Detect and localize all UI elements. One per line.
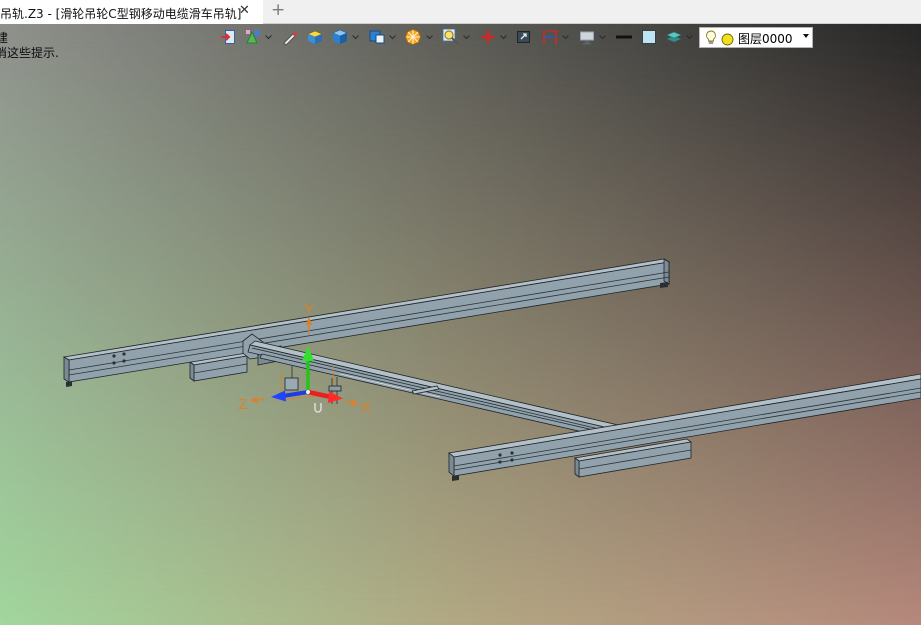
color-swatch-icon[interactable]: [640, 28, 658, 46]
model-view: Y Z X: [62, 258, 921, 481]
right-rail-hole: [498, 460, 502, 464]
right-rail-end-face: [448, 452, 455, 477]
chevron-down-icon[interactable]: [463, 35, 470, 40]
hanger-block: [284, 377, 299, 391]
line-weight-icon[interactable]: [615, 28, 633, 46]
right-rail-hole: [510, 451, 514, 455]
tab-title: 吊轨.Z3 - [滑轮吊轮C型钢移动电缆滑车吊轨]: [0, 7, 242, 21]
monitor-icon[interactable]: [578, 28, 596, 46]
light-bulb-icon[interactable]: [705, 30, 717, 45]
left-rail-foot: [66, 381, 72, 387]
chevron-down-icon[interactable]: [500, 35, 507, 40]
z-axis-arrowhead: [271, 390, 286, 402]
chevron-down-icon[interactable]: [352, 35, 359, 40]
left-rail-right-end-face: [663, 258, 670, 285]
right-rail: [448, 373, 921, 481]
new-tab-button[interactable]: +: [271, 0, 285, 20]
chevron-down-icon[interactable]: [426, 35, 433, 40]
chevron-down-icon[interactable]: [562, 35, 569, 40]
document-tab[interactable]: 吊轨.Z3 - [滑轮吊轮C型钢移动电缆滑车吊轨] ✕: [0, 0, 263, 24]
right-rail-foot: [452, 475, 459, 481]
left-rail-front-face: [68, 261, 670, 383]
left-support-end-face: [189, 361, 195, 382]
right-rail-hole: [510, 458, 514, 462]
z-label-arrowhead: [250, 396, 258, 404]
chevron-down-icon[interactable]: [389, 35, 396, 40]
dropdown-arrow-icon[interactable]: [803, 34, 809, 38]
box-view-icon[interactable]: [368, 28, 386, 46]
chevron-down-icon[interactable]: [686, 35, 693, 40]
left-rail-end-face: [63, 356, 70, 383]
right-support-end-face: [574, 457, 580, 478]
layer-dropdown[interactable]: 图层0000: [699, 27, 813, 48]
left-rail-hole: [112, 354, 116, 358]
hanger-plate: [328, 385, 342, 392]
origin-point: [306, 390, 310, 394]
z-axis-label: Z: [238, 396, 247, 413]
cube-icon[interactable]: [331, 28, 349, 46]
layer-name: 图层0000: [738, 32, 793, 46]
left-rail-groove-lower: [68, 276, 670, 376]
chevron-down-icon[interactable]: [599, 35, 606, 40]
hint-line-2: 消这些提示.: [0, 46, 59, 60]
crosshair-icon[interactable]: [479, 28, 497, 46]
x-axis-arrowhead: [328, 391, 343, 403]
left-rail-hole: [112, 361, 116, 365]
left-rail-top-face: [62, 258, 671, 361]
sketch-icon[interactable]: [244, 28, 262, 46]
shaded-cube-icon[interactable]: [306, 28, 324, 46]
brush-icon[interactable]: [281, 28, 299, 46]
left-rail-foot: [660, 282, 668, 288]
x-axis-label: X: [361, 399, 371, 416]
left-rail-hole: [122, 352, 126, 356]
zoom-icon[interactable]: [442, 28, 460, 46]
y-axis-label: Y: [304, 301, 314, 318]
tab-bar: 吊轨.Z3 - [滑轮吊轮C型钢移动电缆滑车吊轨] ✕ +: [0, 0, 921, 24]
hanger-hook: [314, 403, 322, 413]
fit-view-icon[interactable]: [515, 28, 533, 46]
chevron-down-icon[interactable]: [265, 35, 272, 40]
close-tab-icon[interactable]: ✕: [239, 3, 250, 18]
3d-viewport[interactable]: Y Z X 建 消这些提示.: [0, 24, 921, 625]
right-rail-front-face: [453, 378, 921, 477]
right-rail-hole: [498, 453, 502, 457]
exit-icon[interactable]: [219, 28, 237, 46]
layer-stack-icon[interactable]: [665, 28, 683, 46]
render-icon[interactable]: [404, 28, 422, 46]
dimension-icon[interactable]: [541, 28, 559, 46]
left-rail-groove-upper: [68, 271, 670, 371]
z-axis-shaft: [282, 390, 309, 398]
x-label-arrowhead: [351, 399, 359, 407]
layer-status-icon: [721, 31, 734, 46]
left-rail-hole: [122, 359, 126, 363]
